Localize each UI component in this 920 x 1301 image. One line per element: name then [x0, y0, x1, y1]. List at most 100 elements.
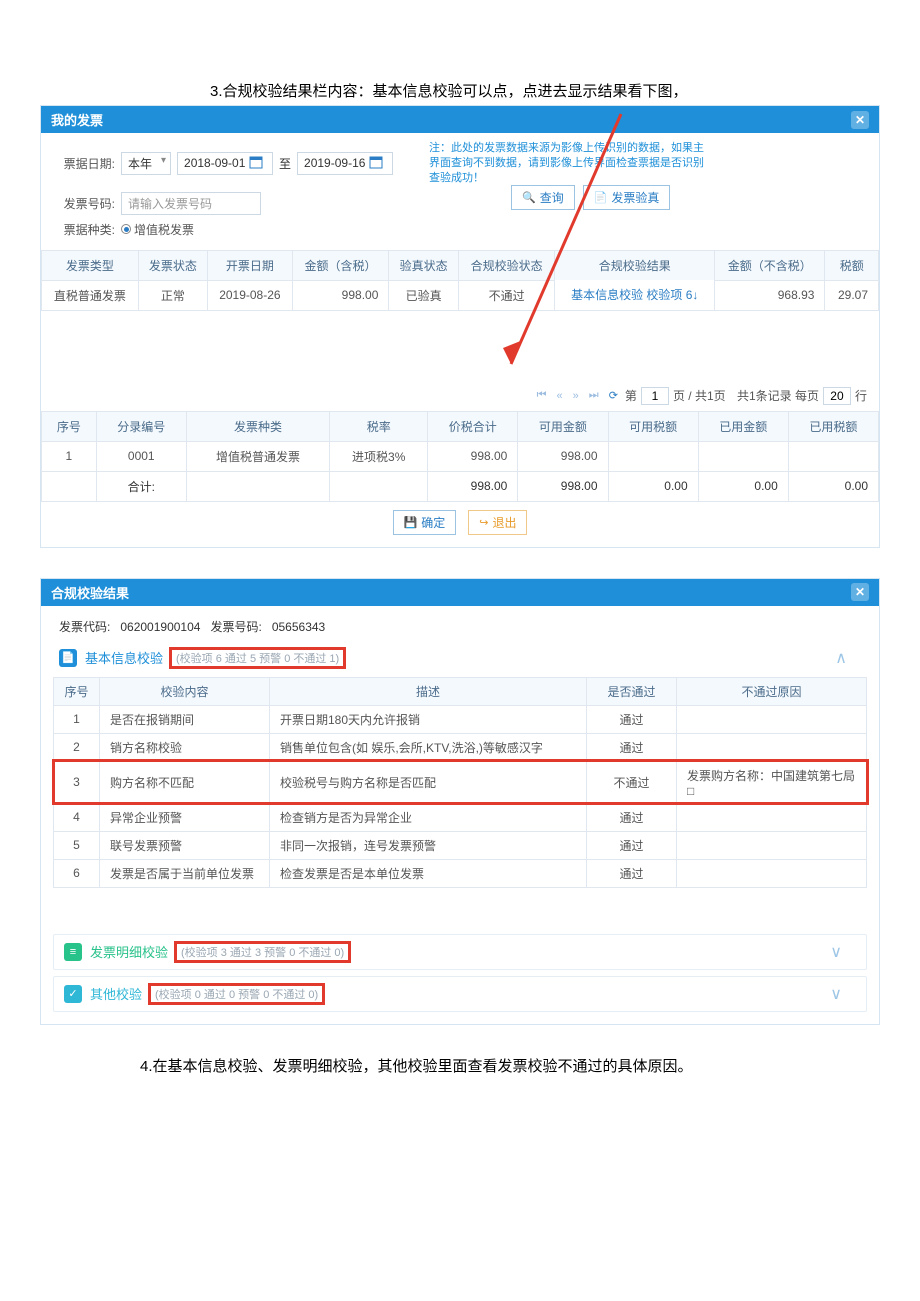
pager-prev-icon[interactable]: «	[554, 390, 566, 402]
cell: 校验税号与购方名称是否匹配	[270, 761, 587, 803]
close-icon[interactable]: ✕	[851, 583, 869, 601]
cell: 6	[54, 859, 100, 887]
invoice-no-label: 发票号码:	[57, 195, 115, 212]
cell: 不通过	[587, 761, 677, 803]
calendar-icon	[249, 155, 263, 172]
cell: 销售单位包含(如 娱乐,会所,KTV,洗浴,)等敏感汉字	[270, 733, 587, 761]
filter-area: 票据日期: 本年 2018-09-01 至 2019-09-16 注：此处的发票…	[41, 133, 879, 250]
section-title: 发票明细校验	[90, 942, 168, 961]
cell: 检查发票是否是本单位发票	[270, 859, 587, 887]
date-from-input[interactable]: 2018-09-01	[177, 152, 273, 175]
detail-table: 序号 分录编号 发票种类 税率 价税合计 可用金额 可用税额 已用金额 已用税额…	[41, 411, 879, 502]
cell: 4	[54, 803, 100, 831]
ccol-reason: 不通过原因	[677, 677, 867, 705]
scol-rate: 税率	[330, 411, 428, 441]
code-label: 发票代码:	[59, 620, 110, 634]
table-row: 4异常企业预警检查销方是否为异常企业通过	[54, 803, 867, 831]
year-select[interactable]: 本年	[121, 152, 171, 175]
panel2-title: 合规校验结果	[51, 583, 129, 602]
ccol-content: 校验内容	[100, 677, 270, 705]
cell	[677, 705, 867, 733]
vat-radio[interactable]: 增值税发票	[121, 221, 194, 238]
cell: 1	[42, 441, 97, 471]
cell: 3	[54, 761, 100, 803]
cell: 998.00	[518, 441, 608, 471]
pager-last-icon[interactable]: ⏭	[586, 389, 602, 402]
pager-first-icon[interactable]: ⏮	[534, 389, 550, 402]
scol-total: 价税合计	[428, 411, 518, 441]
list-icon: ≡	[64, 943, 82, 961]
section-other-check[interactable]: ✓ 其他校验 (校验项 0 通过 0 预警 0 不通过 0) ∨	[53, 976, 867, 1012]
scol-idx: 序号	[42, 411, 97, 441]
cell: 968.93	[715, 280, 825, 310]
col-type: 发票类型	[42, 250, 139, 280]
to-label: 至	[279, 155, 291, 172]
table-row: 2销方名称校验销售单位包含(如 娱乐,会所,KTV,洗浴,)等敏感汉字通过	[54, 733, 867, 761]
close-icon[interactable]: ✕	[851, 111, 869, 129]
cell: 是否在报销期间	[100, 705, 270, 733]
col-verify-status: 验真状态	[389, 250, 458, 280]
panel-my-invoices: 我的发票 ✕ 票据日期: 本年 2018-09-01 至 2019-09-16 …	[40, 105, 880, 548]
query-button[interactable]: 🔍查询	[511, 185, 575, 210]
date-to-input[interactable]: 2019-09-16	[297, 152, 393, 175]
scol-avail-amt: 可用金额	[518, 411, 608, 441]
cell	[677, 733, 867, 761]
date-label: 票据日期:	[57, 155, 115, 172]
check-result-link[interactable]: 基本信息校验 校验项 6↓	[555, 280, 715, 310]
ok-button[interactable]: 💾确定	[393, 510, 457, 535]
invoice-no-input[interactable]: 请输入发票号码	[121, 192, 261, 215]
scol-kind: 发票种类	[186, 411, 329, 441]
no-label: 发票号码:	[210, 620, 261, 634]
search-icon: 🔍	[522, 191, 536, 204]
date-to-text: 2019-09-16	[304, 156, 365, 170]
ccol-pass: 是否通过	[587, 677, 677, 705]
pager-total-label: 共1条记录 每页	[737, 387, 819, 404]
cell: 购方名称不匹配	[100, 761, 270, 803]
cell: 0.00	[698, 471, 788, 501]
pager-current-input[interactable]	[641, 387, 669, 405]
cell	[677, 831, 867, 859]
cell: 通过	[587, 859, 677, 887]
chevron-down-icon: ∨	[830, 942, 856, 962]
cell: 增值税普通发票	[186, 441, 329, 471]
check-table: 序号 校验内容 描述 是否通过 不通过原因 1是否在报销期间开票日期180天内允…	[53, 677, 867, 888]
cell: 非同一次报销，连号发票预警	[270, 831, 587, 859]
no-value: 05656343	[272, 620, 325, 634]
section-subtitle: (校验项 3 通过 3 预警 0 不通过 0)	[174, 941, 351, 963]
scol-used-amt: 已用金额	[698, 411, 788, 441]
table-row[interactable]: 直税普通发票 正常 2019-08-26 998.00 已验真 不通过 基本信息…	[42, 280, 879, 310]
cell: 开票日期180天内允许报销	[270, 705, 587, 733]
list-icon: 📄	[594, 191, 608, 204]
cell: 不通过	[458, 280, 555, 310]
verify-button[interactable]: 📄发票验真	[583, 185, 671, 210]
cell: 998.00	[518, 471, 608, 501]
pager-page-label: 第	[625, 387, 637, 404]
pager-refresh-icon[interactable]: ⟳	[606, 389, 621, 402]
radio-text: 增值税发票	[134, 221, 194, 238]
col-check-status: 合规校验状态	[458, 250, 555, 280]
col-check-result: 合规校验结果	[555, 250, 715, 280]
cell: 异常企业预警	[100, 803, 270, 831]
pager-size-input[interactable]	[823, 387, 851, 405]
section-detail-check[interactable]: ≡ 发票明细校验 (校验项 3 通过 3 预警 0 不通过 0) ∨	[53, 934, 867, 970]
verify-button-label: 发票验真	[611, 189, 659, 206]
invoice-type-label: 票据种类:	[57, 221, 115, 238]
col-status: 发票状态	[138, 250, 207, 280]
cell: 998.00	[292, 280, 389, 310]
col-amount-tax: 金额（含税）	[292, 250, 389, 280]
col-date: 开票日期	[208, 250, 293, 280]
exit-button[interactable]: ↪退出	[468, 510, 527, 535]
pager-next-icon[interactable]: »	[570, 390, 582, 402]
code-value: 062001900104	[120, 620, 200, 634]
section-title: 基本信息校验	[85, 648, 163, 667]
cell	[788, 441, 878, 471]
section-basic-check[interactable]: 📄 基本信息校验 (校验项 6 通过 5 预警 0 不通过 1) ∧	[41, 643, 879, 673]
cell: 2	[54, 733, 100, 761]
table-row[interactable]: 1 0001 增值税普通发票 进项税3% 998.00 998.00	[42, 441, 879, 471]
ccol-desc: 描述	[270, 677, 587, 705]
invoice-info: 发票代码: 062001900104 发票号码: 05656343	[41, 606, 879, 643]
cell: 正常	[138, 280, 207, 310]
ccol-idx: 序号	[54, 677, 100, 705]
table-row: 1是否在报销期间开票日期180天内允许报销通过	[54, 705, 867, 733]
col-amount-notax: 金额（不含税）	[715, 250, 825, 280]
